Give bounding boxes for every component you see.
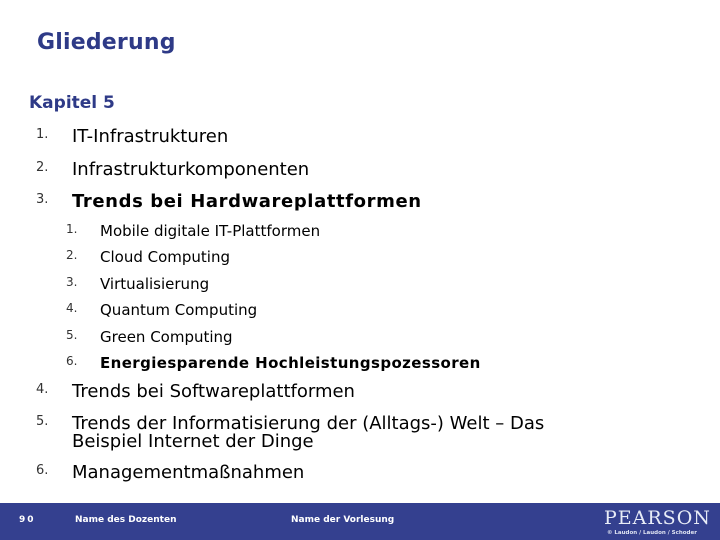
item-label: Trends bei Hardwareplattformen: [72, 191, 422, 212]
item-label: Trends bei Softwareplattformen: [72, 381, 355, 402]
page-number: 90: [19, 515, 36, 525]
item-number: 4.: [36, 382, 49, 397]
item-number: 3.: [36, 192, 49, 207]
subitem-number: 6.: [66, 354, 78, 368]
item-label: IT-Infrastrukturen: [72, 126, 229, 147]
subitem-number: 4.: [66, 301, 78, 315]
subitem-number: 1.: [66, 222, 78, 236]
lecturer-name: Name des Dozenten: [75, 515, 177, 525]
subitem-label: Quantum Computing: [100, 301, 258, 319]
subitem-label: Green Computing: [100, 328, 233, 346]
item-number: 5.: [36, 414, 49, 429]
footer-bar: 90 Name des Dozenten Name der Vorlesung …: [0, 503, 720, 540]
chapter-heading: Kapitel 5: [29, 93, 115, 113]
item-label-line2: Beispiel Internet der Dinge: [72, 431, 314, 452]
pearson-logo: PEARSON: [604, 507, 711, 529]
subitem-label: Cloud Computing: [100, 248, 230, 266]
subitem-label: Energiesparende Hochleistungspozessoren: [100, 354, 481, 372]
author-credits: © Laudon / Laudon / Schoder: [607, 530, 697, 536]
item-label: Managementmaßnahmen: [72, 462, 305, 483]
subitem-number: 2.: [66, 248, 78, 262]
subitem-label: Virtualisierung: [100, 275, 210, 293]
item-number: 2.: [36, 160, 49, 175]
subitem-number: 3.: [66, 275, 78, 289]
subitem-number: 5.: [66, 328, 78, 342]
item-label: Infrastrukturkomponenten: [72, 159, 310, 180]
slide-title: Gliederung: [37, 30, 176, 55]
subitem-label: Mobile digitale IT-Plattformen: [100, 222, 321, 240]
item-number: 1.: [36, 127, 49, 142]
item-number: 6.: [36, 463, 49, 478]
course-name: Name der Vorlesung: [291, 515, 395, 525]
